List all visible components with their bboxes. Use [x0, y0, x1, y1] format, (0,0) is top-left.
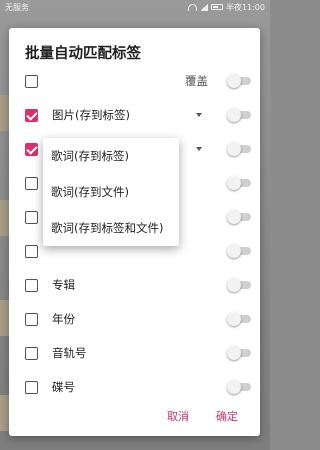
- option-row-disc: 碟号: [9, 370, 260, 398]
- track-number-toggle[interactable]: [227, 346, 251, 360]
- album-label: 专辑: [52, 278, 75, 292]
- option-toggle[interactable]: [227, 176, 251, 190]
- disc-number-toggle[interactable]: [227, 380, 251, 394]
- menu-item-lyrics-to-tag[interactable]: 歌词(存到标签): [43, 138, 179, 174]
- lyrics-toggle[interactable]: [227, 142, 251, 156]
- cancel-button[interactable]: 取消: [167, 408, 189, 424]
- signal-icon: [199, 3, 208, 11]
- option-row-year: 年份: [9, 302, 260, 336]
- disc-number-checkbox[interactable]: [25, 380, 38, 394]
- overwrite-label: 覆盖: [185, 74, 208, 88]
- year-checkbox[interactable]: [25, 312, 38, 326]
- confirm-button[interactable]: 确定: [216, 408, 238, 424]
- dropdown-arrow-icon[interactable]: [196, 113, 202, 117]
- picture-toggle[interactable]: [227, 108, 251, 122]
- battery-icon: [210, 4, 223, 10]
- track-number-label: 音轨号: [52, 346, 87, 360]
- status-icons: 半夜11:00: [187, 2, 265, 13]
- option-row-album: 专辑: [9, 268, 260, 302]
- dropdown-arrow-icon[interactable]: [196, 147, 202, 151]
- menu-item-lyrics-to-tag-and-file[interactable]: 歌词(存到标签和文件): [43, 210, 179, 246]
- track-number-checkbox[interactable]: [25, 346, 38, 360]
- year-toggle[interactable]: [227, 312, 251, 326]
- option-checkbox[interactable]: [25, 176, 38, 190]
- option-row-track: 音轨号: [9, 336, 260, 370]
- option-row-overwrite: 覆盖: [9, 64, 260, 98]
- option-row-picture: 图片(存到标签): [9, 98, 260, 132]
- select-all-checkbox[interactable]: [25, 74, 38, 88]
- wifi-icon: [187, 3, 197, 11]
- clock-text: 半夜11:00: [225, 2, 265, 12]
- disc-number-label: 碟号: [52, 380, 75, 394]
- overwrite-toggle[interactable]: [227, 74, 251, 88]
- picture-checkbox[interactable]: [25, 108, 38, 122]
- lyrics-save-mode-menu: 歌词(存到标签) 歌词(存到文件) 歌词(存到标签和文件): [43, 138, 179, 246]
- dialog-title: 批量自动匹配标签: [25, 46, 141, 62]
- year-label: 年份: [52, 312, 75, 326]
- album-checkbox[interactable]: [25, 278, 38, 292]
- picture-label: 图片(存到标签): [52, 108, 130, 122]
- status-bar: 无服务 半夜11:00: [0, 0, 270, 14]
- option-checkbox[interactable]: [25, 244, 38, 258]
- album-toggle[interactable]: [227, 278, 251, 292]
- dialog-footer: 取消 确定: [9, 398, 260, 436]
- option-toggle[interactable]: [227, 210, 251, 224]
- option-toggle[interactable]: [227, 244, 251, 258]
- lyrics-checkbox[interactable]: [25, 142, 38, 156]
- option-checkbox[interactable]: [25, 210, 38, 224]
- carrier-text: 无服务: [5, 2, 29, 12]
- menu-item-lyrics-to-file[interactable]: 歌词(存到文件): [43, 174, 179, 210]
